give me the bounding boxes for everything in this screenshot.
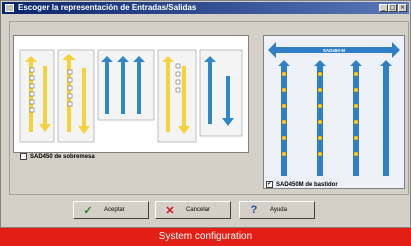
accept-button-label: Aceptar — [104, 207, 125, 213]
app-icon — [5, 4, 14, 12]
window-title: Escoger la representación de Entradas/Sa… — [18, 3, 197, 12]
rack-terminal-diagram: SAD450-M — [264, 36, 404, 188]
rack-checkbox[interactable]: ✓ — [266, 181, 273, 188]
desktop-checkbox[interactable] — [20, 153, 27, 160]
rack-option-label: SAD450M de bastidor — [276, 181, 338, 188]
desktop-terminal-diagram — [19, 49, 243, 143]
figure-caption: System configuration — [0, 228, 411, 246]
desktop-option-label: SAD450 de sobremesa — [30, 153, 95, 160]
desktop-layout-preview[interactable] — [13, 35, 249, 153]
help-button-label: Ayuda — [270, 207, 287, 213]
minimize-button[interactable]: _ — [379, 4, 388, 12]
rack-option[interactable]: ✓ SAD450M de bastidor — [266, 181, 338, 188]
title-bar: Escoger la representación de Entradas/Sa… — [2, 2, 409, 14]
rack-layout-preview[interactable]: SAD450-M — [263, 35, 405, 189]
rack-header-label: SAD450-M — [323, 48, 346, 53]
cancel-button[interactable]: ✕ Cancelar — [155, 201, 231, 219]
question-icon: ? — [250, 204, 258, 216]
maximize-button[interactable]: □ — [388, 4, 397, 12]
help-button[interactable]: ? Ayuda — [239, 201, 315, 219]
cancel-button-label: Cancelar — [186, 207, 211, 213]
check-icon: ✓ — [83, 204, 93, 217]
accept-button[interactable]: ✓ Aceptar — [73, 201, 149, 219]
x-icon: ✕ — [165, 204, 175, 217]
io-representation-dialog: Escoger la representación de Entradas/Sa… — [0, 0, 411, 228]
desktop-option[interactable]: SAD450 de sobremesa — [20, 153, 95, 160]
close-button[interactable]: × — [398, 4, 407, 12]
